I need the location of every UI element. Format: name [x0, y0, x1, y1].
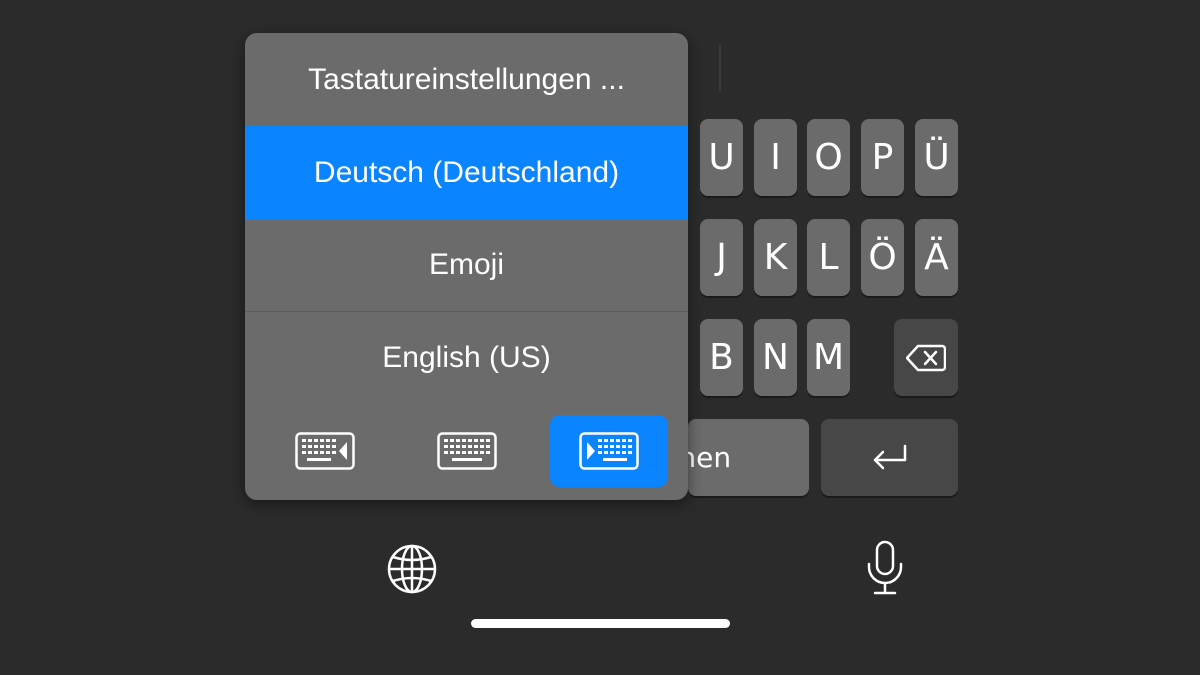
keyboard-full-button[interactable] — [408, 415, 526, 487]
key-ue[interactable]: Ü — [915, 119, 958, 196]
keyboard-right-icon — [579, 432, 639, 470]
key-oe[interactable]: Ö — [861, 219, 904, 296]
delete-key[interactable] — [894, 319, 958, 396]
menu-item-keyboard-settings[interactable]: Tastatureinstellungen ... — [245, 33, 688, 126]
dictation-button[interactable] — [862, 540, 908, 596]
menu-item-label: Emoji — [428, 248, 504, 281]
text-cursor — [719, 44, 721, 92]
return-key[interactable] — [821, 419, 958, 496]
globe-button[interactable] — [385, 542, 439, 596]
key-b[interactable]: B — [700, 319, 743, 396]
key-m[interactable]: M — [807, 319, 850, 396]
key-o[interactable]: O — [807, 119, 850, 196]
microphone-icon — [867, 540, 903, 595]
menu-item-label: English (US) — [382, 341, 551, 374]
key-l[interactable]: L — [807, 219, 850, 296]
delete-backward-icon — [906, 344, 946, 371]
keyboard-full-icon — [437, 432, 497, 470]
key-j[interactable]: J — [700, 219, 743, 296]
space-key[interactable]: chen — [663, 419, 809, 496]
menu-item-label: Tastatureinstellungen ... — [308, 62, 625, 96]
key-ae[interactable]: Ä — [915, 219, 958, 296]
key-u[interactable]: U — [700, 119, 743, 196]
menu-item-english-us[interactable]: English (US) — [245, 312, 688, 404]
menu-item-deutsch[interactable]: Deutsch (Deutschland) — [245, 126, 688, 219]
globe-icon — [387, 544, 437, 594]
menu-item-label: Deutsch (Deutschland) — [313, 155, 620, 189]
key-k[interactable]: K — [754, 219, 797, 296]
home-indicator[interactable] — [471, 619, 730, 628]
menu-item-emoji[interactable]: Emoji — [245, 219, 688, 311]
keyboard-screen: U I O P Ü J K L Ö Ä B N M chen Tastature… — [0, 0, 1200, 675]
keyboard-left-icon — [295, 432, 355, 470]
return-icon — [873, 444, 906, 469]
keyboard-right-button[interactable] — [550, 415, 668, 487]
key-n[interactable]: N — [754, 319, 797, 396]
keyboard-switcher-popup: Tastatureinstellungen ... Deutsch (Deuts… — [245, 33, 688, 500]
key-p[interactable]: P — [861, 119, 904, 196]
keyboard-left-button[interactable] — [266, 415, 384, 487]
key-i[interactable]: I — [754, 119, 797, 196]
